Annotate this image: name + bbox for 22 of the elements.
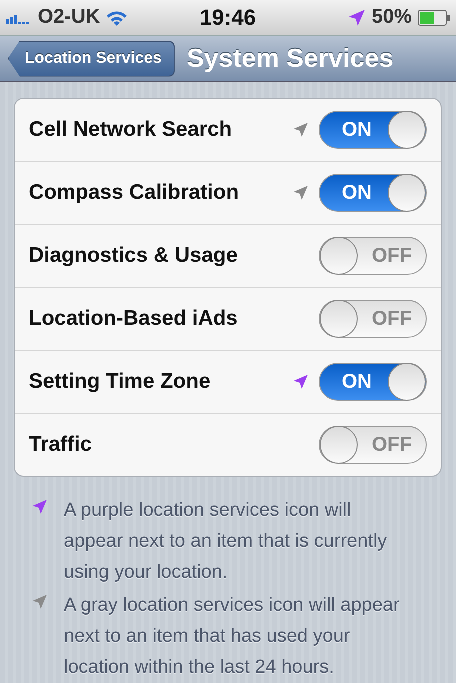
back-button[interactable]: Location Services [8, 40, 175, 77]
footnote-text: A gray location services icon will appear next to an item that has used your location within the last 24 hours. [64, 594, 401, 680]
setting-label: Diagnostics & Usage [29, 244, 239, 268]
toggle-switch[interactable]: ON [319, 111, 427, 149]
setting-label: Setting Time Zone [29, 370, 212, 394]
toggle-switch[interactable]: OFF [319, 300, 427, 338]
carrier-name: O2-UK [38, 6, 100, 30]
toggle-switch[interactable]: ON [319, 363, 427, 401]
wifi-icon [106, 10, 128, 26]
battery-percent: 50% [372, 6, 412, 30]
clock-time: 19:46 [198, 4, 258, 31]
setting-label: Location-Based iAds [29, 307, 239, 331]
setting-label: Traffic [29, 433, 94, 457]
location-arrow-icon [348, 8, 366, 27]
toggle-switch[interactable]: OFF [319, 426, 427, 464]
nav-title: System Services [186, 43, 394, 74]
toggle-switch[interactable]: OFF [319, 237, 427, 275]
toggle-switch[interactable]: ON [319, 174, 427, 212]
setting-label: Cell Network Search [29, 118, 234, 142]
battery-icon [418, 10, 450, 26]
setting-label: Compass Calibration [29, 181, 240, 205]
footnote-text: A purple location services icon will appear next to an item that is currently using your location. [64, 499, 388, 585]
